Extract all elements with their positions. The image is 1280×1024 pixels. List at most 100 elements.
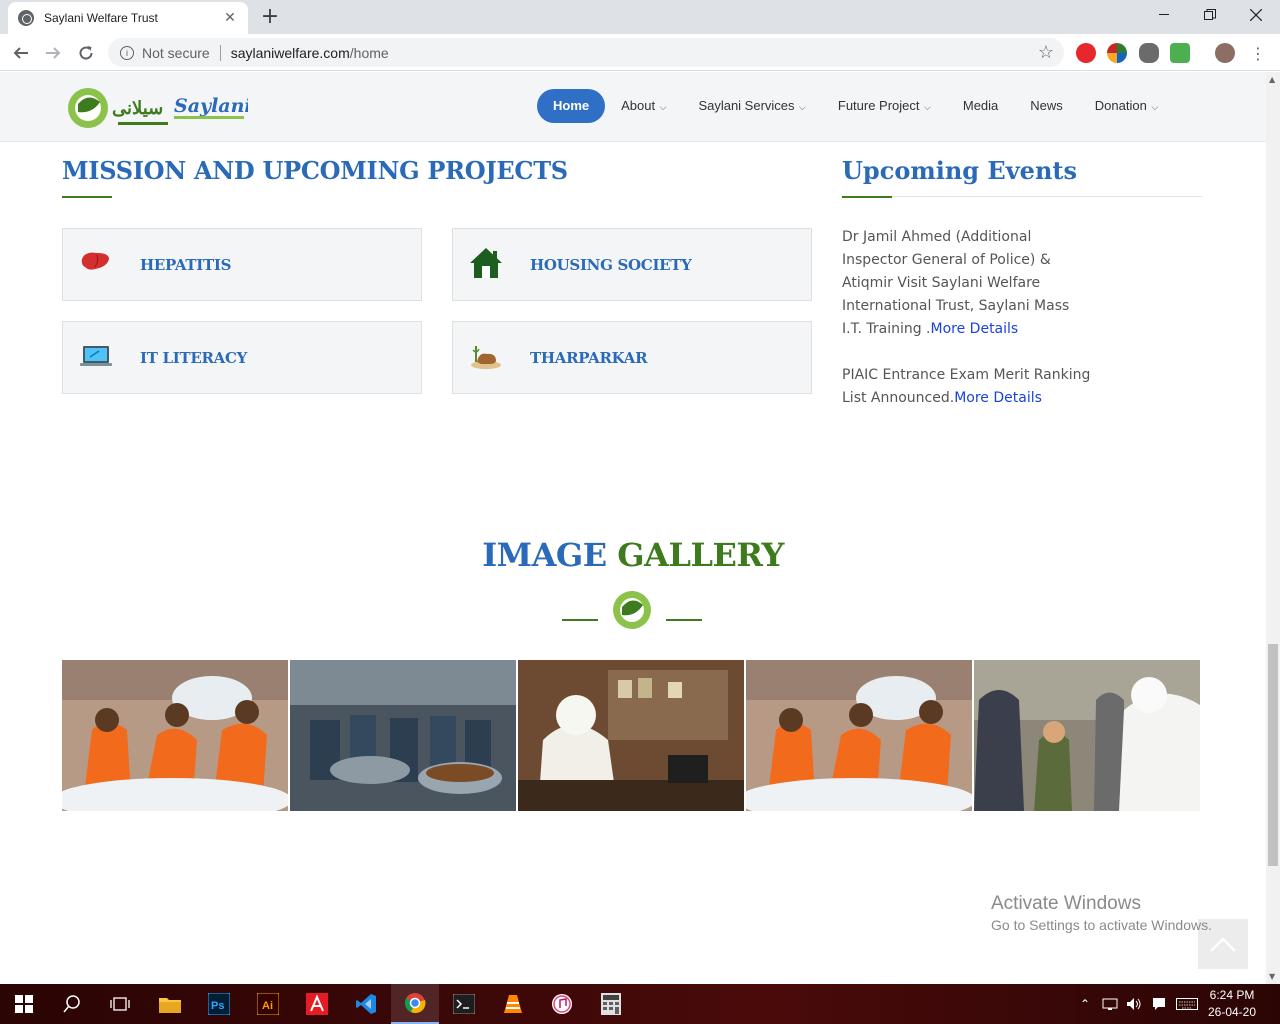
url-path: /home	[349, 44, 389, 61]
taskbar-vscode[interactable]	[342, 984, 390, 1024]
restore-button[interactable]	[1187, 0, 1233, 30]
minimize-button[interactable]	[1141, 0, 1187, 30]
gallery-image-volunteers-2[interactable]	[746, 660, 972, 811]
nav-future-project[interactable]: Future Project ⌵	[822, 89, 947, 123]
chevron-down-icon: ⌵	[657, 102, 667, 112]
more-details-link[interactable]: More Details	[954, 390, 1042, 406]
search-icon	[63, 995, 80, 1013]
clock-date: 26-04-20	[1207, 1005, 1257, 1019]
mission-title: MISSION AND UPCOMING PROJECTS	[62, 156, 568, 185]
card-hepatitis[interactable]: HEPATITIS	[62, 228, 422, 301]
taskbar-autocad[interactable]	[293, 984, 341, 1024]
folder-icon	[159, 998, 181, 1013]
tree-extension-icon[interactable]	[1170, 43, 1190, 63]
volume-icon[interactable]	[1126, 997, 1142, 1011]
taskbar-photoshop[interactable]: Ps	[195, 984, 243, 1024]
nav-news[interactable]: News	[1014, 89, 1079, 123]
taskbar-clock[interactable]: 6:24 PM 26-04-20	[1206, 987, 1258, 1021]
keyboard-icon[interactable]	[1176, 997, 1199, 1011]
more-details-link[interactable]: More Details	[931, 321, 1019, 337]
event-item: PIAIC Entrance Exam Merit Ranking List A…	[842, 364, 1092, 410]
gallery-title-part2: GALLERY	[617, 536, 784, 574]
nav-label: About	[621, 98, 656, 113]
clock-time: 6:24 PM	[1209, 988, 1255, 1002]
taskbar-calculator[interactable]	[587, 984, 635, 1024]
gallery-image-office[interactable]	[518, 660, 744, 811]
scroll-up-icon[interactable]: ▲	[1269, 75, 1275, 84]
opera-extension-icon[interactable]	[1076, 43, 1096, 63]
taskbar-itunes[interactable]	[538, 984, 586, 1024]
back-button[interactable]	[8, 40, 34, 66]
title-underline	[842, 196, 892, 198]
bug-extension-icon[interactable]	[1139, 43, 1159, 63]
taskbar-illustrator[interactable]: Ai	[244, 984, 292, 1024]
start-button[interactable]	[0, 984, 48, 1024]
taskbar-chrome[interactable]	[391, 984, 439, 1024]
search-button[interactable]	[48, 984, 96, 1024]
saylani-logo[interactable]: سیلانی Saylani	[66, 84, 248, 132]
arrow-left-icon	[13, 47, 28, 59]
gallery-image-kitchen[interactable]	[290, 660, 516, 811]
card-it-literacy[interactable]: IT LITERACY	[62, 321, 422, 394]
nav-donation[interactable]: Donation ⌵	[1079, 89, 1174, 123]
bookmark-star-icon[interactable]: ☆	[1038, 42, 1054, 63]
info-icon[interactable]: i	[120, 45, 134, 60]
card-housing-society[interactable]: HOUSING SOCIETY	[452, 228, 812, 301]
windows-taskbar: Ps Ai ⌃ 6:24 PM 26-04-20	[0, 984, 1280, 1024]
back-to-top-button[interactable]	[1198, 919, 1248, 969]
nav-media[interactable]: Media	[947, 89, 1014, 123]
kebab-menu-icon: ⋮	[1250, 43, 1266, 63]
nav-label: Future Project	[837, 98, 920, 113]
network-icon[interactable]	[1102, 997, 1118, 1011]
nav-label: Saylani Services	[698, 98, 795, 113]
nav-home[interactable]: Home	[537, 89, 606, 123]
address-bar[interactable]: i Not secure saylaniwelfare.com/home ☆	[108, 38, 1064, 67]
profile-avatar[interactable]	[1215, 43, 1235, 63]
watermark-line1: Activate Windows	[991, 893, 1141, 914]
browser-toolbar: i Not secure saylaniwelfare.com/home ☆ ⋮	[0, 34, 1280, 71]
close-tab-icon[interactable]: ✕	[222, 10, 238, 26]
laptop-icon	[80, 346, 112, 366]
nav-saylani-services[interactable]: Saylani Services ⌵	[682, 89, 821, 123]
gallery-image-volunteers[interactable]	[62, 660, 288, 811]
photoshop-icon: Ps	[208, 993, 230, 1015]
nav-about[interactable]: About ⌵	[605, 89, 682, 123]
page-scrollbar[interactable]: ▲ ▼	[1266, 72, 1280, 984]
colorful-extension-icon[interactable]	[1107, 43, 1127, 63]
minimize-icon	[1159, 14, 1169, 15]
itunes-icon	[552, 994, 572, 1014]
tab-title: Saylani Welfare Trust	[44, 11, 158, 25]
url-host: saylaniwelfare.com	[230, 44, 350, 61]
notification-icon[interactable]	[1152, 997, 1166, 1011]
event-item: Dr Jamil Ahmed (Additional Inspector Gen…	[842, 226, 1092, 341]
close-window-button[interactable]	[1233, 0, 1279, 30]
chevron-up-icon	[1210, 937, 1236, 952]
nav-label: Donation	[1094, 98, 1147, 113]
forward-button[interactable]	[40, 40, 66, 66]
svg-text:Ps: Ps	[211, 1000, 224, 1012]
new-tab-button[interactable]: +	[258, 5, 282, 29]
card-tharparkar[interactable]: THARPARKAR	[452, 321, 812, 394]
scroll-down-icon[interactable]: ▼	[1269, 972, 1275, 981]
restore-icon	[1204, 9, 1216, 20]
card-label: HEPATITIS	[140, 256, 232, 274]
terminal-icon	[453, 994, 475, 1014]
taskbar-vlc[interactable]	[489, 984, 537, 1024]
scrollbar-thumb[interactable]	[1268, 644, 1278, 866]
browser-menu-button[interactable]: ⋮	[1245, 40, 1271, 66]
svg-text:Saylani: Saylani	[174, 95, 248, 117]
security-label: Not secure	[142, 44, 210, 61]
events-title: Upcoming Events	[842, 156, 1077, 185]
task-view-icon	[110, 997, 130, 1011]
card-label: HOUSING SOCIETY	[530, 256, 692, 274]
taskbar-terminal[interactable]	[440, 984, 488, 1024]
browser-tab[interactable]: Saylani Welfare Trust ✕	[8, 2, 248, 34]
chevron-up-icon[interactable]: ⌃	[1080, 997, 1090, 1011]
card-label: THARPARKAR	[530, 349, 648, 367]
reload-button[interactable]	[73, 40, 99, 66]
taskbar-file-explorer[interactable]	[146, 984, 194, 1024]
calculator-icon	[601, 993, 621, 1015]
gallery-image-children[interactable]	[974, 660, 1200, 811]
task-view-button[interactable]	[96, 984, 144, 1024]
card-label: IT LITERACY	[140, 349, 248, 367]
